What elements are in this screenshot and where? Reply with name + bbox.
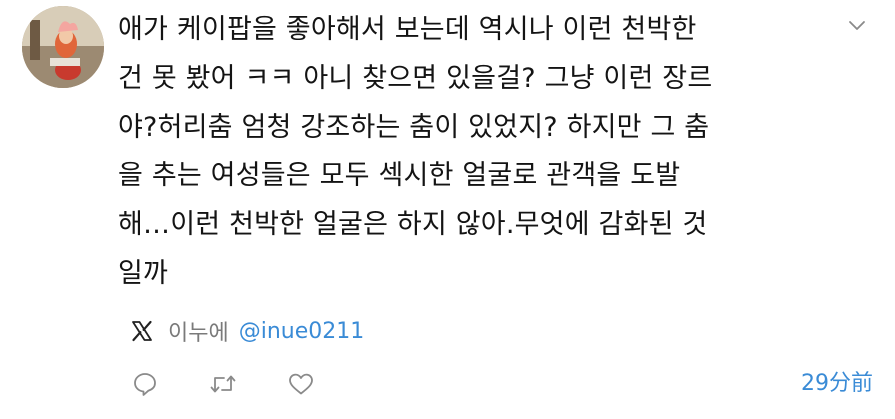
author-handle-link[interactable]: @inue0211 bbox=[239, 319, 365, 344]
post-source: 이누에 @inue0211 bbox=[130, 315, 364, 347]
action-bar bbox=[130, 367, 362, 401]
more-options-button[interactable] bbox=[840, 8, 874, 42]
post-timestamp[interactable]: 29分前 bbox=[801, 367, 873, 401]
avatar[interactable] bbox=[22, 6, 104, 88]
x-logo-icon bbox=[130, 318, 156, 344]
post-card: 애가 케이팝을 좋아해서 보는데 역시나 이런 천박한 건 못 봤어 ㅋㅋ 아니… bbox=[0, 0, 895, 419]
heart-icon bbox=[289, 373, 313, 395]
repost-icon bbox=[210, 375, 236, 393]
like-button[interactable] bbox=[284, 367, 318, 401]
profile-photo-icon bbox=[22, 6, 104, 88]
reply-icon bbox=[134, 373, 156, 396]
post-text: 애가 케이팝을 좋아해서 보는데 역시나 이런 천박한 건 못 봤어 ㅋㅋ 아니… bbox=[118, 14, 713, 289]
reply-button[interactable] bbox=[128, 367, 162, 401]
chevron-down-icon bbox=[849, 21, 865, 30]
author-name: 이누에 bbox=[168, 321, 229, 346]
repost-button[interactable] bbox=[206, 367, 240, 401]
